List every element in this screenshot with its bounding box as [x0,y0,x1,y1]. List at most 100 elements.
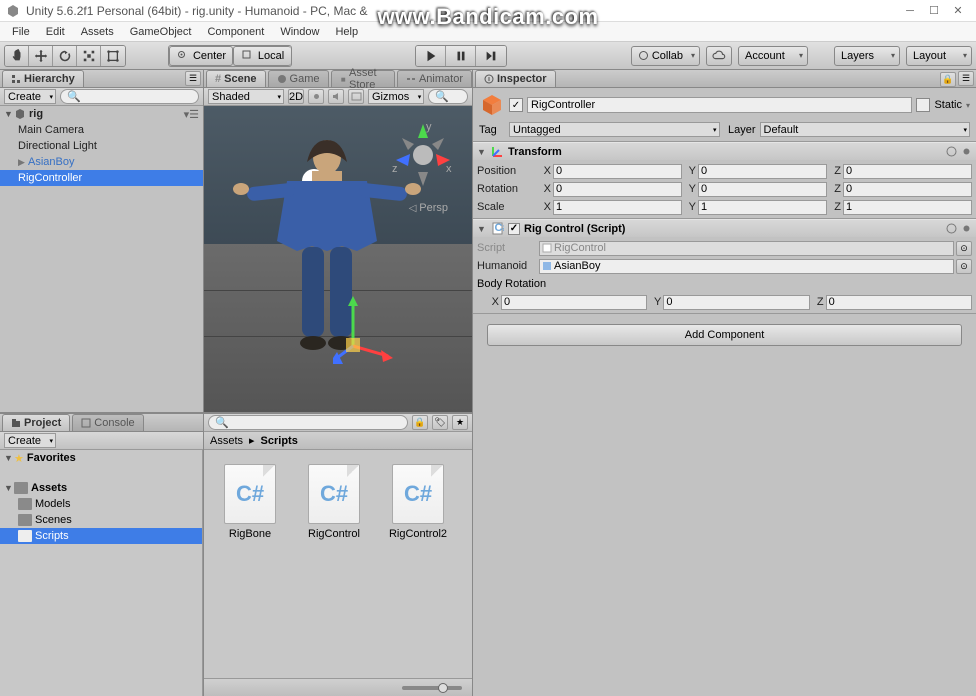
component-foldout[interactable]: ▼ [477,147,487,157]
assets-folder[interactable]: ▼Assets [0,480,202,496]
humanoid-field[interactable]: AsianBoy [539,259,954,274]
position-z-input[interactable] [843,164,972,179]
layer-dropdown[interactable]: Default [760,122,971,137]
collab-dropdown[interactable]: Collab [631,46,700,66]
lighting-toggle[interactable] [308,89,324,104]
component-foldout[interactable]: ▼ [477,224,487,234]
project-folder[interactable]: Models [0,496,202,512]
rotate-tool-button[interactable] [53,46,77,66]
position-x-input[interactable] [553,164,682,179]
gameobject-active-checkbox[interactable]: ✓ [509,98,523,112]
scene-search-input[interactable]: 🔍 [428,89,468,104]
object-picker-button[interactable]: ⊙ [956,241,972,256]
shading-mode-dropdown[interactable]: Shaded [208,89,284,104]
bodyrot-z-input[interactable] [826,295,972,310]
fx-toggle[interactable] [348,89,364,104]
menu-window[interactable]: Window [272,24,327,40]
unity-scene-icon [14,108,26,120]
hierarchy-search-input[interactable]: 🔍 [60,89,199,104]
scale-x-input[interactable] [553,200,682,215]
search-filter-button[interactable]: 🔒 [412,415,428,430]
rotation-y-input[interactable] [698,182,827,197]
menu-help[interactable]: Help [327,24,366,40]
minimize-button[interactable]: ─ [898,2,922,20]
layers-dropdown[interactable]: Layers [834,46,900,66]
scale-tool-button[interactable] [77,46,101,66]
panel-menu-button[interactable]: ☰ [958,71,974,86]
gizmos-dropdown[interactable]: Gizmos [368,89,424,104]
bodyrot-x-input[interactable] [501,295,647,310]
2d-toggle[interactable]: 2D [288,89,304,104]
tag-dropdown[interactable]: Untagged [509,122,720,137]
gameobject-name-input[interactable] [527,97,912,113]
object-picker-button[interactable]: ⊙ [956,259,972,274]
tab-project[interactable]: Project [2,414,70,431]
scene-orientation-gizmo[interactable]: y x z [388,120,458,190]
gear-icon[interactable] [961,223,972,234]
hierarchy-item[interactable]: RigController [0,170,203,186]
rotation-z-input[interactable] [843,182,972,197]
cloud-button[interactable] [706,46,732,66]
pause-button[interactable] [446,46,476,66]
project-folder[interactable]: Scenes [0,512,202,528]
tab-inspector[interactable]: Inspector [475,70,556,87]
step-button[interactable] [476,46,506,66]
static-checkbox[interactable] [916,98,930,112]
position-y-input[interactable] [698,164,827,179]
tab-game[interactable]: Game [268,70,329,87]
search-by-type-button[interactable]: 🏷 [432,415,448,430]
move-tool-button[interactable] [29,46,53,66]
menu-component[interactable]: Component [199,24,272,40]
favorites-header[interactable]: ▼★Favorites [0,450,202,466]
hierarchy-item[interactable]: ▶AsianBoy [0,154,203,170]
transform-gizmo-icon[interactable] [333,296,393,366]
add-component-button[interactable]: Add Component [487,324,962,346]
account-dropdown[interactable]: Account [738,46,808,66]
tab-hierarchy[interactable]: Hierarchy [2,70,84,87]
pivot-rotation-button[interactable]: Local [233,46,291,66]
hierarchy-item[interactable]: Main Camera [0,122,203,138]
rect-tool-button[interactable] [101,46,125,66]
breadcrumb-item[interactable]: Scripts [261,435,298,447]
breadcrumb-item[interactable]: Assets [210,435,243,447]
rotation-x-input[interactable] [553,182,682,197]
icon-size-slider[interactable] [402,686,462,690]
hierarchy-scene-row[interactable]: ▼ rig ▾☰ [0,106,203,122]
hierarchy-item[interactable]: Directional Light [0,138,203,154]
menu-file[interactable]: File [4,24,38,40]
play-button[interactable] [416,46,446,66]
project-search-input[interactable]: 🔍 [208,415,408,430]
menu-assets[interactable]: Assets [73,24,122,40]
scene-viewport[interactable]: y x z ◁ Persp [204,106,472,412]
script-field[interactable]: RigControl [539,241,954,256]
asset-item[interactable]: C# RigControl2 [386,464,450,540]
menu-gameobject[interactable]: GameObject [122,24,200,40]
save-search-button[interactable]: ★ [452,415,468,430]
scale-z-input[interactable] [843,200,972,215]
panel-menu-button[interactable]: ☰ [185,71,201,86]
hierarchy-create-dropdown[interactable]: Create [4,89,56,104]
layout-dropdown[interactable]: Layout [906,46,972,66]
gear-icon[interactable] [961,146,972,157]
audio-toggle[interactable] [328,89,344,104]
help-icon[interactable] [946,223,957,234]
pivot-mode-button[interactable]: Center [169,46,233,66]
bodyrot-y-input[interactable] [663,295,809,310]
asset-item[interactable]: C# RigControl [302,464,366,540]
tab-scene[interactable]: #Scene [206,70,266,87]
project-create-dropdown[interactable]: Create [4,433,56,448]
maximize-button[interactable]: ☐ [922,2,946,20]
tab-asset-store[interactable]: Asset Store [331,70,395,87]
asset-item[interactable]: C# RigBone [218,464,282,540]
tab-console[interactable]: Console [72,414,143,431]
component-enabled-checkbox[interactable]: ✓ [508,223,520,235]
inspector-lock-button[interactable]: 🔒 [940,72,956,87]
menu-edit[interactable]: Edit [38,24,73,40]
asset-label: RigControl [302,528,366,540]
tab-animator[interactable]: Animator [397,70,472,87]
project-folder[interactable]: Scripts [0,528,202,544]
hand-tool-button[interactable] [5,46,29,66]
close-button[interactable]: ✕ [946,2,970,20]
help-icon[interactable] [946,146,957,157]
scale-y-input[interactable] [698,200,827,215]
